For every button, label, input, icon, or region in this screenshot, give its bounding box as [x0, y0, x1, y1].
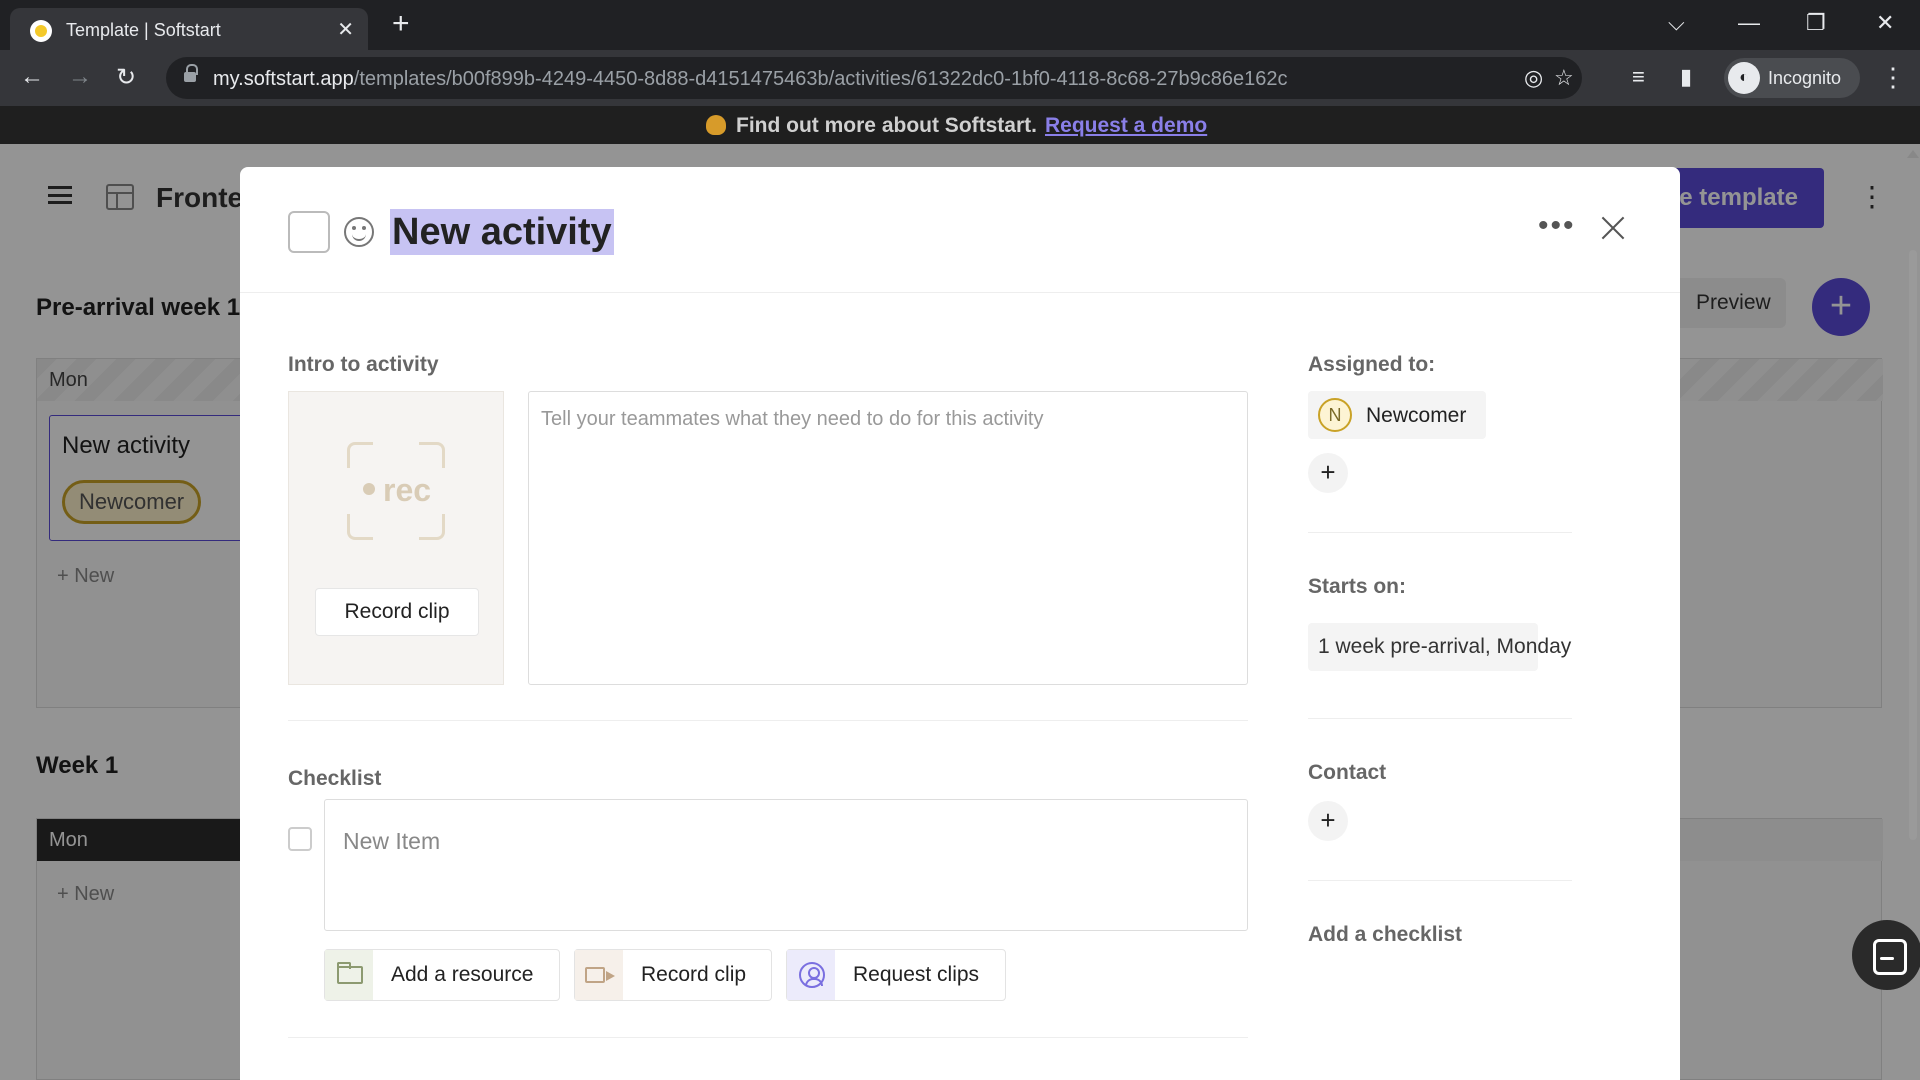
more-options-icon[interactable]: •••: [1538, 209, 1576, 243]
incognito-label: Incognito: [1768, 68, 1842, 88]
camera-icon: [585, 967, 615, 983]
request-demo-link[interactable]: Request a demo: [1045, 114, 1207, 137]
assigned-to-label: Assigned to:: [1308, 353, 1436, 376]
browser-tab-bar: Template | Softstart ✕ + ⌵ — ❐ ✕: [0, 0, 1920, 50]
url-text[interactable]: my.softstart.app/templates/b00f899b-4249…: [213, 68, 1287, 91]
new-tab-button[interactable]: +: [392, 9, 410, 39]
waving-hand-icon: [706, 115, 726, 135]
tab-close-icon[interactable]: ✕: [337, 17, 354, 42]
record-clip-action-button[interactable]: Record clip: [574, 949, 772, 1001]
close-icon[interactable]: [1598, 213, 1628, 243]
sidebar-divider: [1308, 880, 1572, 881]
chat-support-button[interactable]: [1852, 920, 1920, 990]
checklist-item-input[interactable]: New Item: [324, 799, 1248, 931]
request-clips-label: Request clips: [853, 963, 980, 986]
scroll-up-icon[interactable]: [1907, 150, 1919, 158]
rec-label: rec: [383, 472, 432, 508]
scrollbar[interactable]: [1909, 250, 1917, 840]
sidebar-divider: [1308, 532, 1572, 533]
add-checklist-link[interactable]: Add a checklist: [1308, 923, 1462, 947]
activity-title-input[interactable]: New activity: [390, 209, 614, 255]
browser-menu-icon[interactable]: ⋮: [1880, 62, 1906, 93]
add-assignee-button[interactable]: +: [1308, 453, 1348, 493]
browser-tab[interactable]: Template | Softstart ✕: [10, 8, 368, 50]
incognito-badge[interactable]: ◐ Incognito: [1724, 58, 1860, 98]
incognito-icon: ◐: [1728, 62, 1760, 94]
starts-on-label: Starts on:: [1308, 575, 1407, 598]
tab-search-icon[interactable]: ⌵: [1668, 10, 1685, 36]
softstart-favicon-icon: [30, 20, 52, 42]
rec-icon: rec: [347, 442, 445, 540]
address-bar[interactable]: my.softstart.app/templates/b00f899b-4249…: [166, 57, 1582, 99]
bookmark-star-icon[interactable]: ☆: [1554, 65, 1574, 91]
add-resource-label: Add a resource: [391, 963, 534, 986]
assignee-chip[interactable]: N Newcomer: [1308, 391, 1486, 439]
complete-checkbox[interactable]: [288, 211, 330, 253]
section-divider: [288, 720, 1248, 721]
add-resource-button[interactable]: Add a resource: [324, 949, 560, 1001]
browser-toolbar: ← → ↻ my.softstart.app/templates/b00f899…: [0, 50, 1920, 106]
record-clip-panel: rec Record clip: [288, 391, 504, 685]
emoji-picker-icon[interactable]: [344, 217, 374, 247]
intro-textarea[interactable]: Tell your teammates what they need to do…: [528, 391, 1248, 685]
person-icon: [799, 962, 825, 988]
section-divider: [288, 1037, 1248, 1038]
header-divider: [240, 292, 1680, 293]
lock-icon[interactable]: [184, 64, 198, 83]
sidebar-divider: [1308, 718, 1572, 719]
record-clip-label: Record clip: [641, 963, 747, 986]
minimize-icon[interactable]: —: [1738, 10, 1760, 36]
tab-title: Template | Softstart: [66, 20, 221, 40]
restore-icon[interactable]: ❐: [1806, 10, 1826, 36]
media-icon[interactable]: ≡: [1632, 64, 1645, 90]
checklist-placeholder: New Item: [343, 828, 441, 854]
avatar: N: [1318, 398, 1352, 432]
intro-placeholder: Tell your teammates what they need to do…: [541, 408, 1044, 430]
starts-on-selector[interactable]: 1 week pre-arrival, Monday: [1308, 623, 1571, 671]
reload-icon[interactable]: ↻: [116, 63, 136, 92]
back-icon[interactable]: ←: [20, 63, 44, 91]
checklist-label: Checklist: [288, 767, 382, 790]
record-clip-button[interactable]: Record clip: [315, 588, 479, 636]
promo-banner: Find out more about Softstart. Request a …: [0, 106, 1920, 144]
assignee-name: Newcomer: [1366, 404, 1467, 427]
checklist-item-checkbox[interactable]: [288, 827, 312, 851]
side-panel-icon[interactable]: ▮: [1680, 64, 1692, 90]
activity-modal: New activity ••• Intro to activity rec R…: [240, 167, 1680, 1080]
request-clips-button[interactable]: Request clips: [786, 949, 1006, 1001]
eye-off-icon[interactable]: ◎: [1524, 65, 1543, 91]
add-contact-button[interactable]: +: [1308, 801, 1348, 841]
forward-icon[interactable]: →: [68, 63, 92, 91]
window-close-icon[interactable]: ✕: [1876, 10, 1894, 36]
banner-text: Find out more about Softstart.: [736, 114, 1037, 137]
folder-icon: [337, 962, 363, 984]
contact-label: Contact: [1308, 761, 1387, 784]
intro-label: Intro to activity: [288, 353, 439, 376]
